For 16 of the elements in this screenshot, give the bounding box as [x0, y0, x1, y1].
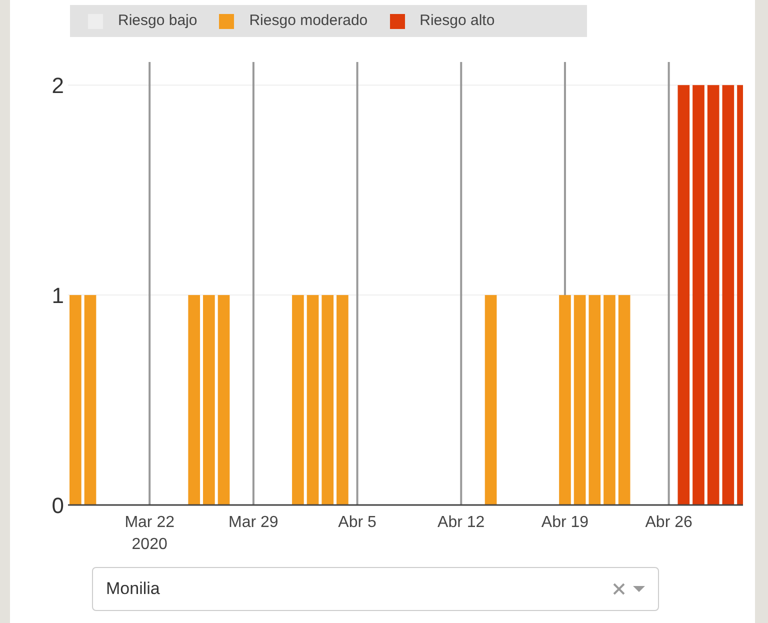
legend-label[interactable]: Riesgo alto	[420, 10, 495, 32]
y-tick-label: 1	[52, 283, 64, 308]
y-tick-label: 0	[52, 493, 64, 518]
x-tick-label: Abr 19	[541, 514, 589, 531]
x-tick-label: Abr 12	[438, 514, 485, 531]
x-tick-label: Abr 5	[338, 514, 376, 531]
caret-icon[interactable]	[633, 586, 645, 592]
x-tick-label: Mar 22 2020	[124, 514, 174, 553]
dropdown-value: Monilia	[106, 578, 161, 600]
y-tick-label: 2	[52, 73, 64, 98]
legend-label[interactable]: Riesgo moderado	[249, 10, 368, 32]
x-tick-label: Abr 26	[645, 514, 692, 531]
legend-label[interactable]: Riesgo bajo	[118, 10, 198, 32]
x-tick-label: Mar 29	[228, 514, 278, 531]
clear-icon[interactable]	[613, 583, 625, 595]
dropdown[interactable]: Monilia	[92, 567, 659, 611]
